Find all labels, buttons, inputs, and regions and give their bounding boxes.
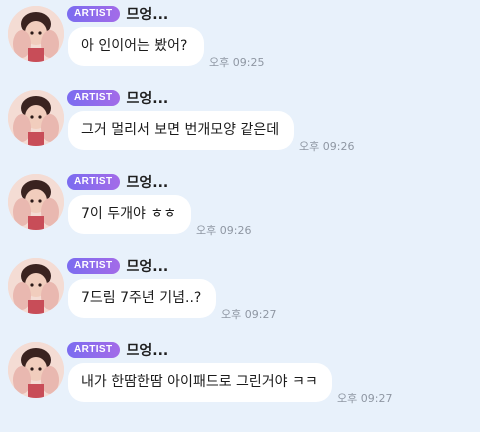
message-time: 오후 09:26 xyxy=(299,140,355,153)
sender-row: ARTIST 므엉... xyxy=(67,257,168,275)
message-time: 오후 09:26 xyxy=(196,224,252,237)
message-time: 오후 09:25 xyxy=(209,56,265,69)
message-bubble[interactable]: 7이 두개야 ㅎㅎ xyxy=(68,195,191,234)
artist-badge: ARTIST xyxy=(67,90,120,106)
message-text: 아 인이어는 봤어? xyxy=(81,38,188,54)
message-text: 7이 두개야 ㅎㅎ xyxy=(81,206,177,222)
sender-name[interactable]: 므엉... xyxy=(127,88,169,108)
sender-name[interactable]: 므엉... xyxy=(127,256,169,276)
sender-row: ARTIST 므엉... xyxy=(67,173,168,191)
artist-badge: ARTIST xyxy=(67,342,120,358)
artist-badge: ARTIST xyxy=(67,258,120,274)
message-bubble[interactable]: 내가 한땀한땀 아이패드로 그린거야 ㅋㅋ xyxy=(68,363,332,402)
sender-name[interactable]: 므엉... xyxy=(127,4,169,24)
sender-row: ARTIST 므엉... xyxy=(67,89,168,107)
message-item: ARTIST 므엉... 7드림 7주년 기념..? 오후 09:27 xyxy=(0,252,480,336)
chat-thread: ARTIST 므엉... 아 인이어는 봤어? 오후 09:25 ARTIST … xyxy=(0,0,480,432)
sender-name[interactable]: 므엉... xyxy=(127,172,169,192)
message-time: 오후 09:27 xyxy=(221,308,277,321)
message-bubble[interactable]: 그거 멀리서 보면 번개모양 같은데 xyxy=(68,111,294,150)
message-bubble[interactable]: 7드림 7주년 기념..? xyxy=(68,279,216,318)
message-item: ARTIST 므엉... 그거 멀리서 보면 번개모양 같은데 오후 09:26 xyxy=(0,84,480,168)
artist-badge: ARTIST xyxy=(67,6,120,22)
artist-badge: ARTIST xyxy=(67,174,120,190)
message-item: ARTIST 므엉... 아 인이어는 봤어? 오후 09:25 xyxy=(0,0,480,84)
message-time: 오후 09:27 xyxy=(337,392,393,405)
avatar[interactable] xyxy=(8,174,64,230)
message-item: ARTIST 므엉... 7이 두개야 ㅎㅎ 오후 09:26 xyxy=(0,168,480,252)
avatar[interactable] xyxy=(8,90,64,146)
avatar[interactable] xyxy=(8,6,64,62)
message-text: 내가 한땀한땀 아이패드로 그린거야 ㅋㅋ xyxy=(81,374,318,390)
avatar[interactable] xyxy=(8,342,64,398)
sender-row: ARTIST 므엉... xyxy=(67,341,168,359)
sender-row: ARTIST 므엉... xyxy=(67,5,168,23)
message-item: ARTIST 므엉... 내가 한땀한땀 아이패드로 그린거야 ㅋㅋ 오후 09… xyxy=(0,336,480,420)
sender-name[interactable]: 므엉... xyxy=(127,340,169,360)
avatar[interactable] xyxy=(8,258,64,314)
message-text: 7드림 7주년 기념..? xyxy=(81,290,202,306)
message-text: 그거 멀리서 보면 번개모양 같은데 xyxy=(81,122,280,138)
message-bubble[interactable]: 아 인이어는 봤어? xyxy=(68,27,204,66)
